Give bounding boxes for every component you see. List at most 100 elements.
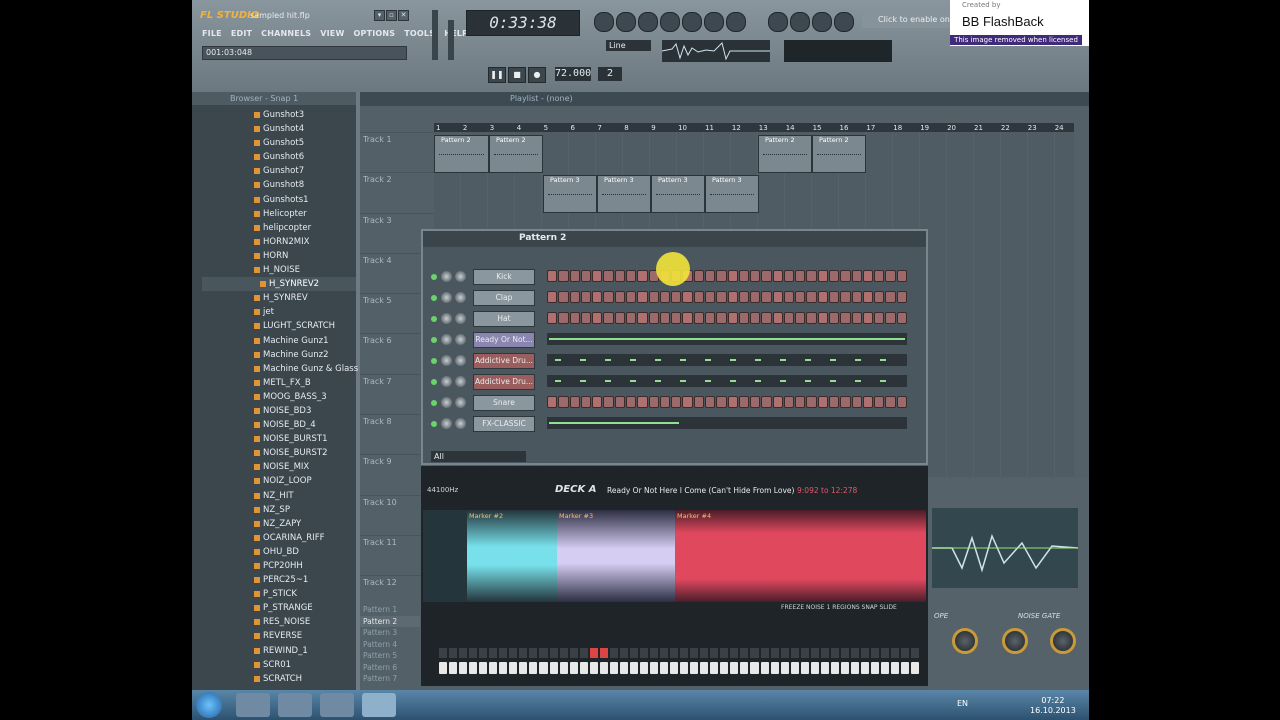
channel-volume-knob[interactable] <box>455 271 466 282</box>
slice-pad[interactable] <box>830 648 839 658</box>
pattern-clip[interactable]: Pattern 2 <box>758 135 812 173</box>
keyboard-key[interactable] <box>881 662 890 674</box>
step-button[interactable] <box>614 270 625 282</box>
step-button[interactable] <box>704 312 716 324</box>
browser-item[interactable]: NOISE_BURST2 <box>192 446 356 460</box>
step-button[interactable] <box>693 396 704 408</box>
step-button[interactable] <box>727 270 738 282</box>
step-button[interactable] <box>716 396 727 408</box>
playlist-icon[interactable] <box>768 12 788 32</box>
channel-mute-led[interactable] <box>431 358 437 364</box>
channel-mute-led[interactable] <box>431 316 437 322</box>
keyboard-key[interactable] <box>810 662 819 674</box>
slice-pad[interactable] <box>760 648 769 658</box>
channel-name-button[interactable]: Snare <box>473 395 535 411</box>
channel-mute-led[interactable] <box>431 295 437 301</box>
slice-pad[interactable] <box>649 648 659 658</box>
step-button[interactable] <box>829 312 840 324</box>
keyboard-key[interactable] <box>670 662 679 674</box>
keyboard-key[interactable] <box>579 662 588 674</box>
step-button[interactable] <box>648 312 659 324</box>
step-button[interactable] <box>783 396 795 408</box>
slice-pad[interactable] <box>509 648 518 658</box>
step-button[interactable] <box>840 291 851 303</box>
slice-pad[interactable] <box>800 648 809 658</box>
slice-pad[interactable] <box>850 648 859 658</box>
step-button[interactable] <box>727 291 738 303</box>
slice-pad[interactable] <box>740 648 749 658</box>
channel-pan-knob[interactable] <box>441 418 452 429</box>
step-button[interactable] <box>874 270 885 282</box>
slice-pad[interactable] <box>579 648 588 658</box>
keyboard-key[interactable] <box>871 662 880 674</box>
step-button[interactable] <box>862 312 874 324</box>
step-button[interactable] <box>795 291 806 303</box>
step-button[interactable] <box>682 291 693 303</box>
browser-item[interactable]: PERC25~1 <box>192 573 356 587</box>
browser-item[interactable]: Machine Gunz2 <box>192 348 356 362</box>
step-button[interactable] <box>704 396 716 408</box>
keyboard-key[interactable] <box>519 662 528 674</box>
step-button[interactable] <box>716 270 727 282</box>
pattern-item[interactable]: Pattern 1 <box>360 604 420 616</box>
step-button[interactable] <box>817 396 829 408</box>
browser-item[interactable]: SCR01 <box>192 658 356 672</box>
step-button[interactable] <box>806 312 817 324</box>
step-button[interactable] <box>806 270 817 282</box>
gain-knob[interactable] <box>1002 628 1028 654</box>
channel-name-button[interactable]: Addictive Dru... <box>473 353 535 369</box>
menu-channels[interactable]: CHANNELS <box>261 29 311 42</box>
marker-label[interactable]: Marker #4 <box>677 512 711 520</box>
chrome-icon[interactable] <box>278 693 312 717</box>
step-button[interactable] <box>772 396 783 408</box>
browser-item[interactable]: PCP20HH <box>192 559 356 573</box>
channel-name-button[interactable]: Addictive Dru... <box>473 374 535 390</box>
step-button[interactable] <box>795 270 806 282</box>
step-button[interactable] <box>704 270 716 282</box>
keyboard-key[interactable] <box>529 662 538 674</box>
step-button[interactable] <box>829 270 840 282</box>
waveform-region-3[interactable] <box>675 510 926 602</box>
step-button[interactable] <box>569 291 580 303</box>
step-button[interactable] <box>795 396 806 408</box>
pattern-title[interactable]: Pattern 2 <box>519 233 566 243</box>
keyboard-key[interactable] <box>840 662 849 674</box>
deck-options[interactable]: FREEZE NOISE 1 REGIONS SNAP SLIDE <box>781 604 897 611</box>
slice-pad[interactable] <box>820 648 829 658</box>
step-button[interactable] <box>862 291 874 303</box>
step-button[interactable] <box>738 270 750 282</box>
keyboard-key[interactable] <box>680 662 689 674</box>
step-button[interactable] <box>761 270 772 282</box>
slice-pad[interactable] <box>489 648 498 658</box>
slice-pad[interactable] <box>629 648 638 658</box>
step-button[interactable] <box>738 312 750 324</box>
step-button[interactable] <box>750 312 761 324</box>
slice-pad[interactable] <box>860 648 870 658</box>
browser-item[interactable]: SCRATCH <box>192 672 356 686</box>
browser-item[interactable]: NOISE_BURST1 <box>192 432 356 446</box>
keyboard-key[interactable] <box>439 662 448 674</box>
step-button[interactable] <box>885 270 896 282</box>
step-button[interactable] <box>874 291 885 303</box>
step-button[interactable] <box>817 291 829 303</box>
step-button[interactable] <box>761 396 772 408</box>
pattern-item[interactable]: Pattern 3 <box>360 627 420 639</box>
keyboard-key[interactable] <box>539 662 548 674</box>
step-button[interactable] <box>592 312 603 324</box>
pattern-clip[interactable]: Pattern 2 <box>434 135 489 173</box>
keyboard-key[interactable] <box>549 662 558 674</box>
browser-item[interactable]: REWIND_1 <box>192 644 356 658</box>
pattern-item[interactable]: Pattern 4 <box>360 639 420 651</box>
step-button[interactable] <box>783 270 795 282</box>
mini-piano-roll[interactable] <box>547 417 907 429</box>
slice-pad[interactable] <box>881 648 890 658</box>
step-button[interactable] <box>840 312 851 324</box>
step-button[interactable] <box>580 396 592 408</box>
step-button[interactable] <box>761 312 772 324</box>
keyboard-key[interactable] <box>649 662 659 674</box>
browser-item[interactable]: LUGHT_SCRATCH <box>192 319 356 333</box>
keyboard-key[interactable] <box>860 662 870 674</box>
step-button[interactable] <box>682 312 693 324</box>
step-button[interactable] <box>704 291 716 303</box>
keyboard-key[interactable] <box>800 662 809 674</box>
